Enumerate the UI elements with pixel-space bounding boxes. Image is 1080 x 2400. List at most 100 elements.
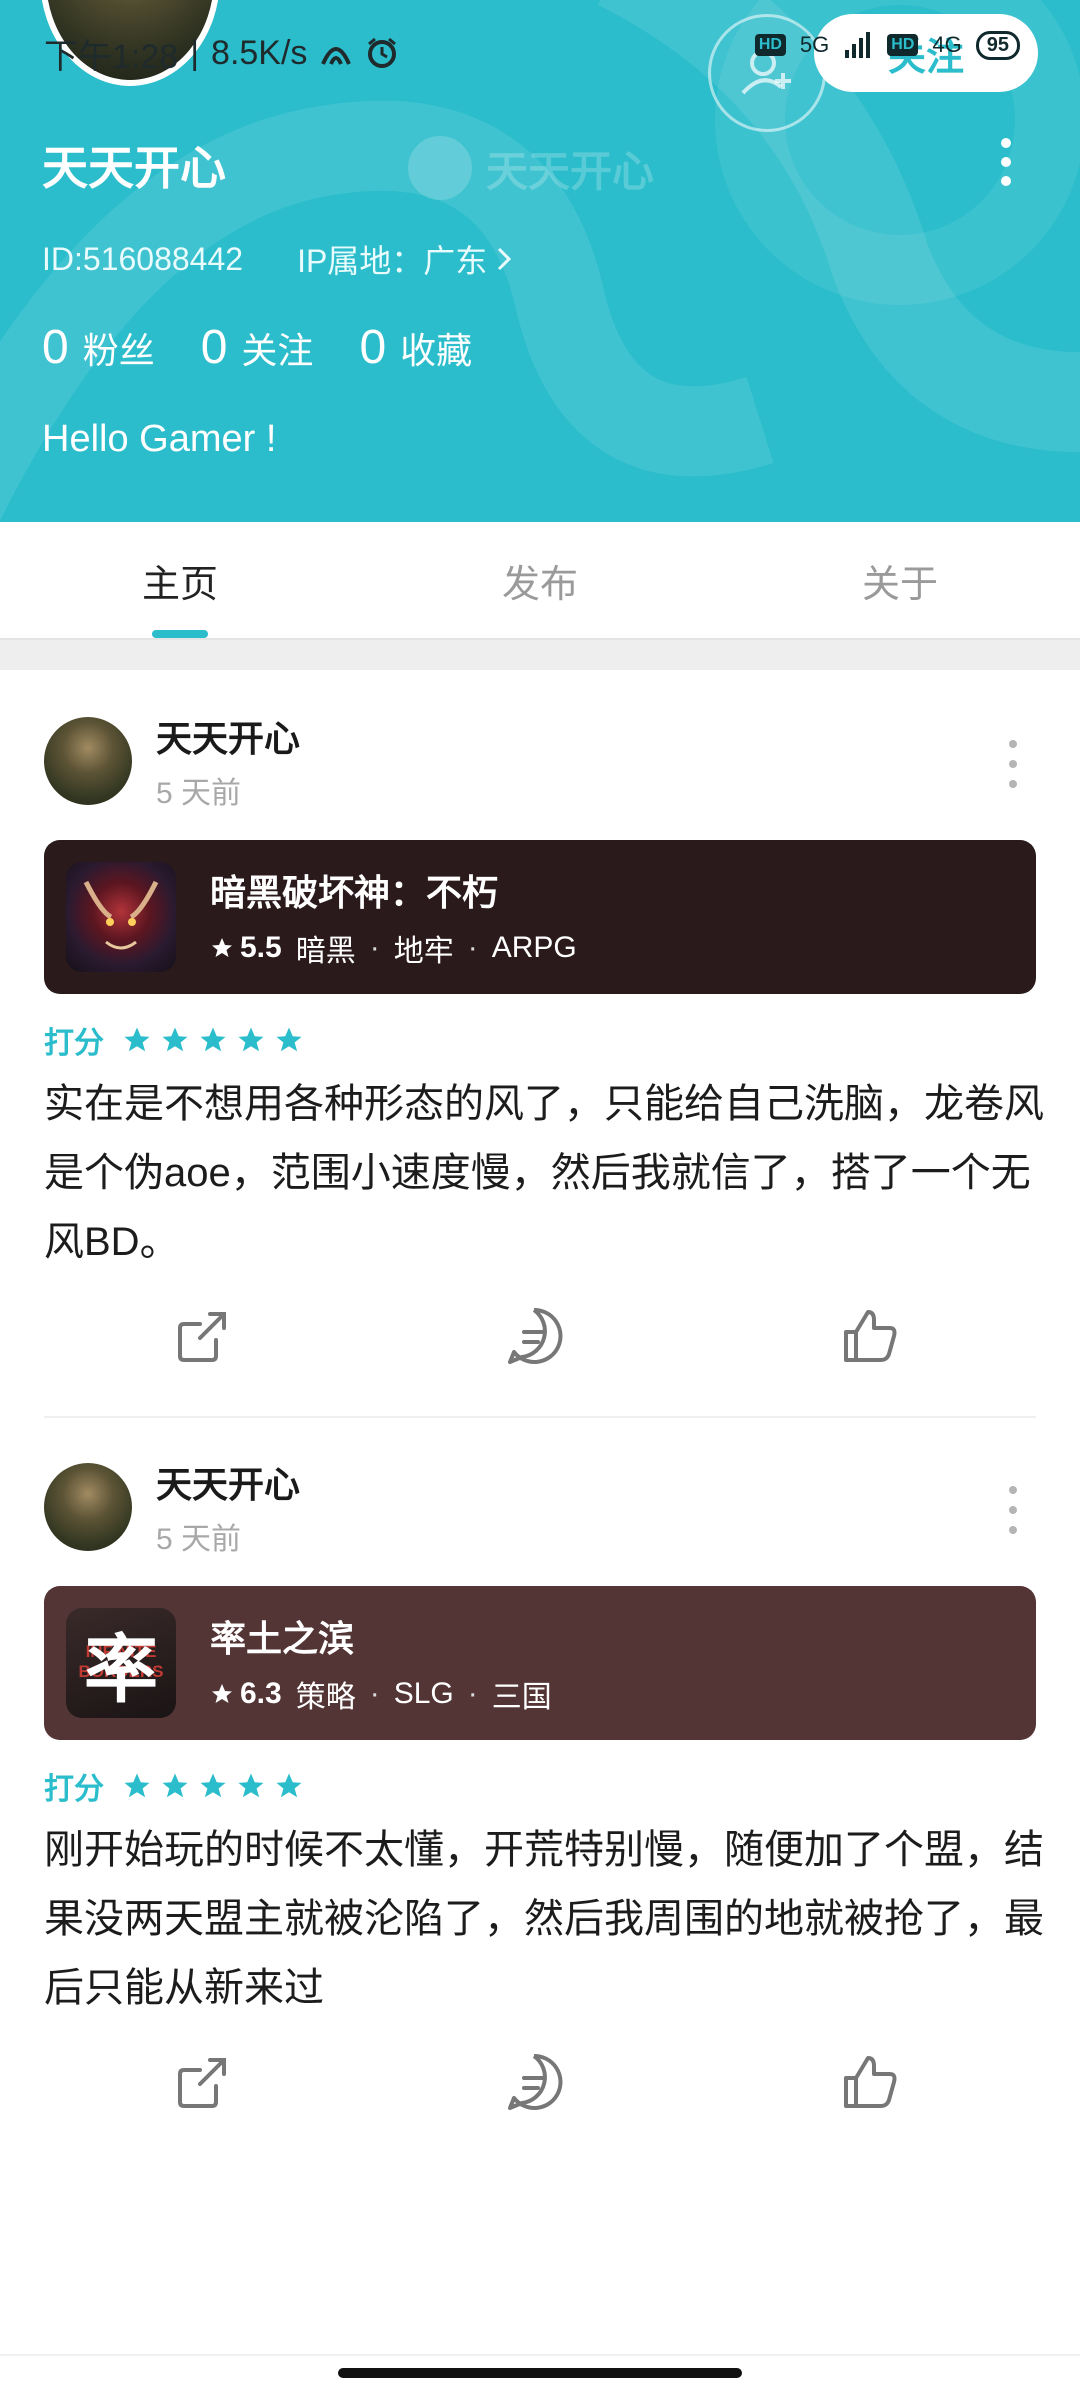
star-icon: [276, 1773, 302, 1798]
star-icon: [124, 1773, 150, 1798]
game-tag: 策略: [295, 1681, 356, 1714]
game-meta: 6.3 策略 · SLG · 三国: [210, 1672, 552, 1716]
section-divider: [0, 640, 1080, 670]
tab-posts[interactable]: 发布: [360, 522, 720, 638]
share-icon: [178, 2058, 226, 2108]
rating-stars: [122, 1771, 304, 1801]
game-title: 暗黑破坏神：不朽: [210, 872, 499, 913]
chevron-right-icon: [498, 247, 512, 271]
post-author[interactable]: 天天开心 5 天前: [44, 710, 300, 812]
rating-stars: [122, 1025, 304, 1055]
star-icon: [238, 1027, 264, 1052]
profile-tabs: 主页 发布 关于: [0, 522, 1080, 640]
hotspot-icon: [321, 47, 352, 65]
star-icon: [200, 1773, 226, 1798]
star-icon: [162, 1027, 188, 1052]
alarm-icon: [368, 37, 397, 68]
game-title: 率土之滨: [210, 1618, 355, 1659]
game-score: 5.5: [210, 931, 282, 965]
post-more-icon[interactable]: [1006, 1486, 1020, 1534]
game-tag: SLG: [393, 1677, 454, 1710]
status-speed: 8.5K/s: [211, 33, 308, 72]
comment-button[interactable]: [502, 2050, 566, 2114]
battery-indicator: 95: [975, 30, 1020, 60]
game-icon-diablo: [66, 862, 176, 972]
signal-icon: [845, 32, 871, 58]
post-actions: [0, 1304, 1080, 1384]
avatar[interactable]: [44, 1463, 132, 1551]
home-indicator[interactable]: [338, 2368, 742, 2378]
rating-label: 打分: [44, 1027, 104, 1060]
profile-header: 下午1:28 | 8.5K/s 关注 HD 5G HD 4G 95 天天开心 天…: [0, 0, 1080, 522]
star-icon: [276, 1027, 302, 1052]
rating-row: 打分: [44, 1764, 304, 1808]
post-author[interactable]: 天天开心 5 天前: [44, 1456, 300, 1558]
stat-favorites[interactable]: 0 收藏: [359, 320, 472, 375]
stat-favorites-count: 0: [359, 321, 387, 374]
post-author-name: 天天开心: [156, 718, 301, 759]
like-button[interactable]: [838, 1304, 902, 1368]
stat-following-count: 0: [200, 321, 228, 374]
ghost-avatar: [408, 136, 472, 200]
game-meta: 5.5 暗黑 · 地牢 · ARPG: [210, 926, 577, 970]
post-divider: [44, 1416, 1036, 1418]
stat-fans-label: 粉丝: [82, 330, 155, 371]
game-tag: 地牢: [393, 935, 454, 968]
profile-name: 天天开心: [42, 142, 226, 194]
game-tag: ARPG: [491, 931, 577, 964]
post-author-name: 天天开心: [156, 1464, 301, 1505]
thumbs-up-icon: [844, 2056, 897, 2108]
hd-icon-2: HD: [887, 34, 919, 56]
thumbs-up-icon: [844, 1310, 897, 1362]
star-icon: [124, 1027, 150, 1052]
avatar[interactable]: [44, 717, 132, 805]
rating-row: 打分: [44, 1018, 304, 1062]
game-tag: 暗黑: [295, 935, 356, 968]
user-id: ID:516088442: [42, 240, 244, 277]
game-icon-infinite-borders: INFINITE BORDERS 率: [66, 1608, 176, 1718]
network-5g: 5G: [799, 32, 830, 57]
rating-label: 打分: [44, 1773, 104, 1806]
stat-following[interactable]: 0 关注: [201, 320, 314, 375]
game-score: 6.3: [210, 1677, 282, 1711]
status-time: 下午1:28: [44, 37, 179, 76]
game-icon-glyph: 率: [84, 1626, 158, 1713]
tab-home[interactable]: 主页: [0, 522, 360, 638]
share-icon: [178, 1312, 226, 1362]
post-time: 5 天前: [156, 1523, 242, 1556]
ghost-name-text: 天天开心: [486, 147, 655, 195]
share-button[interactable]: [170, 1304, 234, 1368]
profile-id-row: ID:516088442 IP属地：广东: [42, 236, 513, 282]
comment-icon: [508, 1307, 563, 1364]
star-icon: [212, 1684, 232, 1703]
demon-icon: [83, 880, 159, 950]
profile-stats: 0 粉丝 0 关注 0 收藏: [42, 320, 472, 375]
network-4g: 4G: [932, 32, 962, 57]
post-time: 5 天前: [156, 777, 242, 810]
comment-icon: [508, 2053, 563, 2110]
ip-location-link[interactable]: IP属地：广东: [297, 236, 513, 282]
status-bar: 下午1:28 | 8.5K/s: [44, 28, 399, 78]
stat-favorites-label: 收藏: [400, 330, 473, 371]
game-tag: 三国: [491, 1681, 552, 1714]
game-card[interactable]: INFINITE BORDERS 率 率土之滨 6.3 策略 · SLG · 三…: [44, 1586, 1036, 1740]
star-icon: [212, 938, 232, 957]
post-content: 实在是不想用各种形态的风了，只能给自己洗脑，龙卷风是个伪aoe，范围小速度慢，然…: [44, 1082, 1044, 1264]
star-icon: [238, 1773, 264, 1798]
post-actions: [0, 2050, 1080, 2130]
comment-button[interactable]: [502, 1304, 566, 1368]
post-content: 刚开始玩的时候不太懂，开荒特别慢，随便加了个盟，结果没两天盟主就被沦陷了，然后我…: [44, 1828, 1044, 2010]
tab-about[interactable]: 关于: [720, 522, 1080, 638]
like-button[interactable]: [838, 2050, 902, 2114]
hd-icon: HD: [754, 34, 786, 56]
share-button[interactable]: [170, 2050, 234, 2114]
ip-location-text: IP属地：广东: [297, 243, 488, 279]
stat-fans[interactable]: 0 粉丝: [42, 320, 155, 375]
game-card[interactable]: 暗黑破坏神：不朽 5.5 暗黑 · 地牢 · ARPG: [44, 840, 1036, 994]
more-options-icon[interactable]: [988, 132, 1024, 192]
stat-following-label: 关注: [241, 330, 314, 371]
status-icons: HD 5G HD 4G 95: [754, 30, 1020, 60]
post-more-icon[interactable]: [1006, 740, 1020, 788]
bottom-divider: [0, 2354, 1080, 2356]
profile-bio: Hello Gamer !: [42, 418, 277, 460]
